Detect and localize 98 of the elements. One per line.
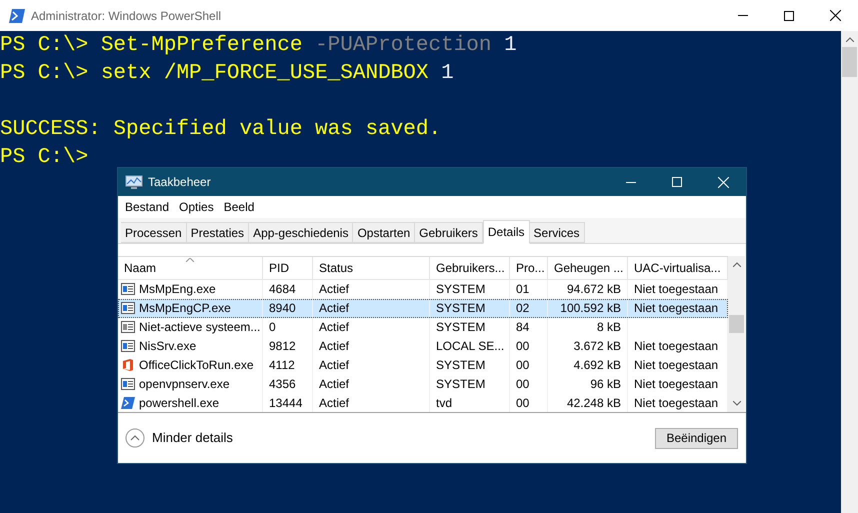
column-header[interactable]: Gebruikers...: [430, 257, 510, 279]
table-cell-text: OfficeClickToRun.exe: [139, 356, 254, 374]
table-cell-text: 94.672 kB: [566, 281, 621, 298]
table-row[interactable]: OfficeClickToRun.exe 4112 Actief SYSTEM 00 4.692 kB Niet toegestaan: [118, 355, 728, 374]
table-cell-text: Niet toegestaan: [634, 300, 718, 318]
tab[interactable]: Opstarten: [353, 222, 416, 243]
table-cell-text: 0: [269, 319, 276, 336]
table-cell-text: 100.592 kB: [560, 300, 621, 318]
table-cell-text: 02: [516, 300, 530, 318]
table-cell-text: SYSTEM: [436, 300, 486, 318]
tab[interactable]: Services: [530, 222, 585, 243]
terminal-icon: [121, 396, 135, 409]
terminal-icon: [9, 8, 25, 22]
table-cell-text: LOCAL SE...: [436, 338, 504, 355]
window-icon: [121, 321, 135, 334]
fewer-details-button[interactable]: Minder details: [125, 428, 233, 448]
table-cell-text: Actief: [319, 281, 350, 298]
console-text: -PUAProtection: [315, 33, 493, 59]
close-icon: [830, 10, 840, 21]
tab[interactable]: Details: [482, 220, 530, 244]
window-icon: [121, 302, 135, 314]
tab[interactable]: Processen: [121, 222, 187, 243]
table-cell-text: 42.248 kB: [566, 394, 621, 412]
table-cell-text: 01: [516, 281, 530, 298]
table-cell-text: 84: [516, 319, 530, 336]
table-cell-text: NisSrv.exe: [139, 338, 196, 355]
table-cell-text: Actief: [319, 319, 350, 336]
table-cell-text: SYSTEM: [436, 281, 486, 298]
sort-icon: [186, 258, 194, 262]
close-icon: [718, 176, 728, 188]
scrollbar-thumb[interactable]: [729, 315, 744, 333]
table-row[interactable]: MsMpEngCP.exe 8940 Actief SYSTEM 02 100.592 kB Niet toegestaan: [118, 298, 728, 318]
console-text: PS C:\>: [0, 33, 90, 59]
monitor-icon: [125, 174, 143, 190]
table-cell-text: Niet toegestaan: [634, 356, 718, 374]
column-header[interactable]: Naam: [118, 257, 263, 279]
table-cell-text: powershell.exe: [139, 394, 220, 412]
window-title: Administrator: Windows PowerShell: [31, 8, 222, 24]
column-header[interactable]: Status: [313, 257, 430, 279]
console-text: 1: [441, 61, 454, 87]
table-cell-text: Niet toegestaan: [634, 281, 718, 298]
window-icon: [121, 340, 135, 352]
table-cell-text: 4112: [269, 356, 295, 374]
table-cell-text: Actief: [319, 376, 350, 393]
table-cell-text: tvd: [436, 394, 452, 412]
column-header[interactable]: Pro...: [510, 257, 548, 279]
end-task-button[interactable]: Beëindigen: [655, 428, 738, 448]
table-row[interactable]: NisSrv.exe 9812 Actief LOCAL SE... 00 3.672 kB Niet toegestaan: [118, 336, 728, 356]
table-cell-text: openvpnserv.exe: [139, 376, 230, 393]
tab[interactable]: App-geschiedenis: [249, 222, 354, 243]
window-icon: [121, 283, 135, 296]
table-cell-text: 8 kB: [596, 319, 621, 336]
menu-item[interactable]: Opties: [174, 198, 219, 216]
table-cell-text: MsMpEng.exe: [139, 281, 216, 298]
office-icon: [121, 358, 135, 372]
menu-item[interactable]: Beeld: [218, 198, 260, 216]
table-row[interactable]: powershell.exe 13444 Actief tvd 00 42.248 kB Niet toegestaan: [118, 393, 728, 412]
scrollbar-thumb[interactable]: [842, 47, 857, 77]
tab[interactable]: Gebruikers: [415, 222, 483, 243]
table-cell-text: Actief: [319, 394, 350, 412]
console-text: Set-MpPreference: [100, 33, 304, 59]
column-header[interactable]: PID: [263, 257, 313, 279]
table-cell-text: 9812: [269, 338, 296, 355]
table-cell-text: SYSTEM: [436, 356, 486, 374]
table-cell-text: Niet toegestaan: [634, 394, 718, 412]
table-cell-text: 8940: [269, 300, 296, 318]
table-cell-text: 13444: [269, 394, 302, 412]
table-cell-text: 4.692 kB: [574, 356, 621, 374]
table-cell-text: Niet-actieve systeem...: [139, 319, 260, 336]
console-text: PS C:\>: [0, 61, 90, 87]
table-cell-text: Actief: [319, 300, 350, 318]
table-cell-text: 96 kB: [590, 376, 621, 393]
menu-item[interactable]: Bestand: [120, 198, 174, 216]
tab[interactable]: Prestaties: [186, 222, 250, 243]
console-text: PS C:\>: [0, 145, 88, 171]
table-cell-text: 00: [516, 338, 530, 355]
console-text: 1: [504, 33, 517, 59]
window-icon: [121, 378, 135, 390]
column-header[interactable]: Geheugen ...: [548, 257, 628, 279]
table-cell-text: 00: [516, 394, 530, 412]
table-cell-text: SYSTEM: [436, 319, 486, 336]
table-cell-text: 3.672 kB: [574, 338, 621, 355]
chevron-up-icon: [125, 428, 145, 448]
table-cell-text: Actief: [319, 338, 350, 355]
table-row[interactable]: openvpnserv.exe 4356 Actief SYSTEM 00 96 kB Niet toegestaan: [118, 374, 728, 394]
window-title: Taakbeheer: [148, 174, 211, 191]
table-cell-text: 4684: [269, 281, 296, 298]
table-cell-text: SYSTEM: [436, 376, 486, 393]
table-row[interactable]: Niet-actieve systeem... 0 Actief SYSTEM 84 8 kB: [118, 318, 728, 336]
table-cell-text: Niet toegestaan: [634, 338, 718, 355]
table-cell-text: 00: [516, 376, 530, 393]
table-cell-text: 4356: [269, 376, 296, 393]
table-cell-text: MsMpEngCP.exe: [139, 300, 231, 318]
console-text: setx /MP_FORCE_USE_SANDBOX: [100, 61, 430, 87]
table-cell-text: Actief: [319, 356, 350, 374]
console-text: SUCCESS: Specified value was saved.: [0, 117, 442, 143]
table-cell-text: Niet toegestaan: [634, 376, 718, 393]
table-cell-text: 00: [516, 356, 530, 374]
